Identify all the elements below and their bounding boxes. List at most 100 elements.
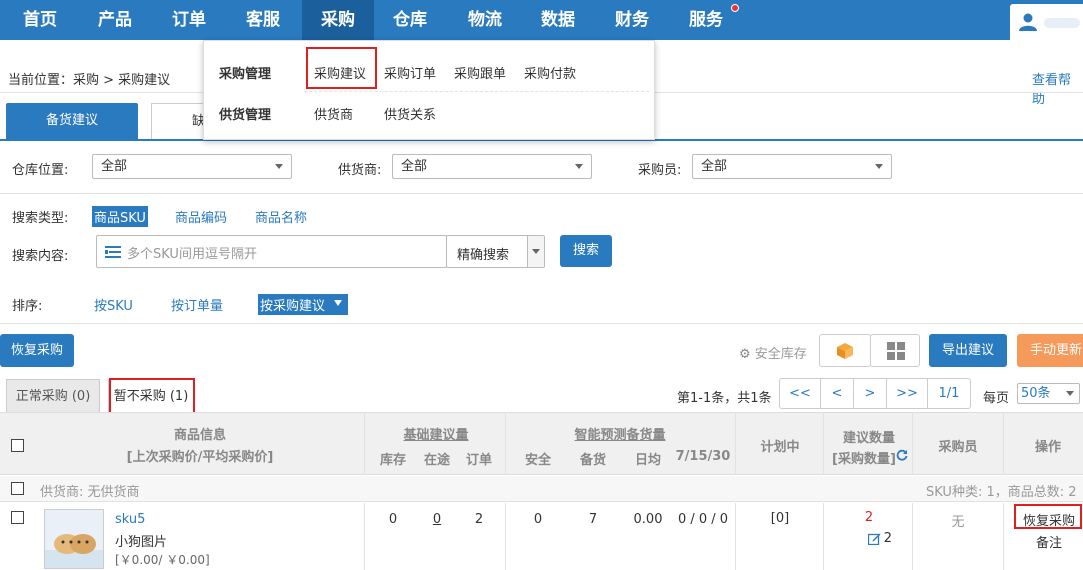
user-icon [1019, 13, 1037, 31]
chevron-down-icon [1066, 391, 1074, 396]
per-page-select[interactable]: 50条 [1017, 383, 1080, 404]
warehouse-label: 仓库位置: [12, 163, 69, 178]
cell-suggest: 2 [864, 510, 874, 525]
page-prev[interactable]: < [820, 378, 854, 409]
supplier-label: 供货商: [338, 163, 382, 178]
menu-purchase-order[interactable]: 采购订单 [384, 63, 436, 82]
th-stock: 库存 [379, 453, 406, 468]
page-last[interactable]: >> [886, 378, 928, 409]
th-prepare: 备货 [579, 453, 606, 468]
nav-home[interactable]: 首页 [4, 0, 76, 40]
user-menu[interactable] [1010, 4, 1083, 40]
notification-dot [731, 4, 739, 12]
manual-update-button[interactable]: 手动更新 [1017, 334, 1083, 367]
product-image [44, 509, 104, 569]
search-type-sku[interactable]: 商品SKU [92, 206, 148, 227]
remark-link[interactable]: 备注 [1014, 532, 1083, 551]
th-trend: 7/15/30 [675, 449, 731, 464]
gear-icon: ⚙ [739, 347, 751, 362]
menu-purchase-track[interactable]: 采购跟单 [454, 63, 506, 82]
cell-stock: 0 [388, 512, 398, 527]
cell-transit[interactable]: 0 [418, 512, 456, 527]
refresh-icon[interactable] [896, 449, 908, 461]
search-type-label: 搜索类型: [12, 211, 69, 226]
th-safe: 安全 [524, 453, 551, 468]
cell-trend: 0 / 0 / 0 [677, 512, 729, 527]
cell-purchase: 2 [883, 531, 892, 546]
th-product-sub: [上次采购价/平均采购价] [126, 450, 274, 465]
group-summary: SKU种类: 1，商品总数: 2 [926, 485, 1077, 500]
page-first[interactable]: << [779, 378, 821, 409]
box-view-button[interactable] [819, 334, 871, 367]
sort-by-sku[interactable]: 按SKU [94, 295, 133, 314]
chevron-down-icon [875, 164, 883, 169]
menu-purchase-payment[interactable]: 采购付款 [524, 63, 576, 82]
sort-label: 排序: [12, 299, 43, 314]
search-mode-select[interactable]: 精确搜索 [446, 235, 545, 268]
nav-data[interactable]: 数据 [522, 0, 594, 40]
th-suggest-sub: [采购数量] [832, 452, 896, 467]
cell-daily: 0.00 [633, 512, 663, 527]
dog-image-icon [45, 510, 103, 568]
per-page-label: 每页 [983, 391, 1010, 406]
search-type-code[interactable]: 商品编码 [175, 207, 227, 226]
search-input[interactable]: 多个SKU间用逗号隔开 [96, 235, 447, 268]
search-button[interactable]: 搜索 [560, 235, 612, 267]
menu-group-supply: 供货管理 [219, 108, 272, 123]
resume-purchase-button[interactable]: 恢复采购 [0, 334, 74, 367]
nav-order[interactable]: 订单 [153, 0, 225, 40]
th-planning: 计划中 [760, 440, 800, 455]
grid-view-button[interactable] [870, 334, 920, 367]
buyer-select[interactable]: 全部 [692, 154, 892, 179]
help-link[interactable]: 查看帮助 [1032, 69, 1083, 107]
cube-icon [837, 343, 853, 359]
supplier-select[interactable]: 全部 [392, 154, 592, 179]
edit-icon[interactable] [868, 532, 881, 545]
chevron-down-icon [275, 164, 283, 169]
group-supplier: 供货商: 无供货商 [40, 485, 140, 500]
menu-group-purchase: 采购管理 [219, 67, 272, 82]
th-transit: 在途 [423, 453, 450, 468]
nav-product[interactable]: 产品 [79, 0, 151, 40]
sort-by-suggestion[interactable]: 按采购建议 [258, 294, 348, 315]
export-button[interactable]: 导出建议 [929, 334, 1007, 367]
grid-icon [887, 342, 905, 360]
cell-order: 2 [474, 512, 484, 527]
search-type-name[interactable]: 商品名称 [255, 207, 307, 226]
th-order: 订单 [465, 453, 492, 468]
nav-logistics[interactable]: 物流 [449, 0, 521, 40]
breadcrumb: 当前位置：采购 > 采购建议 [8, 73, 171, 88]
sort-by-order[interactable]: 按订单量 [171, 295, 223, 314]
group-checkbox[interactable] [11, 482, 24, 495]
tab-stock-suggestion[interactable]: 备货建议 [6, 103, 138, 139]
chevron-down-icon [575, 164, 583, 169]
nav-purchase[interactable]: 采购 [302, 0, 374, 40]
nav-finance[interactable]: 财务 [596, 0, 668, 40]
tab-normal-purchase[interactable]: 正常采购 (0) [6, 379, 100, 412]
page-next[interactable]: > [853, 378, 887, 409]
page-current: 1/1 [927, 378, 971, 409]
nav-service[interactable]: 客服 [227, 0, 299, 40]
product-sku-link[interactable]: sku5 [115, 512, 145, 527]
th-suggest: 建议数量 [842, 431, 895, 446]
select-all-checkbox[interactable] [11, 439, 24, 452]
warehouse-select[interactable]: 全部 [92, 154, 292, 179]
cell-prepare: 7 [588, 512, 598, 527]
highlight-box [109, 378, 195, 415]
menu-supply-relation[interactable]: 供货关系 [384, 104, 436, 123]
th-smart: 智能预测备货量 [574, 428, 666, 443]
list-icon [105, 246, 121, 258]
highlight-box [1014, 504, 1082, 529]
menu-supplier[interactable]: 供货商 [314, 104, 353, 123]
safety-stock-link[interactable]: ⚙ 安全库存 [739, 343, 807, 362]
th-basic: 基础建议量 [403, 428, 469, 443]
row-checkbox[interactable] [11, 511, 24, 524]
chevron-down-icon [527, 236, 544, 267]
search-content-label: 搜索内容: [12, 249, 69, 264]
buyer-label: 采购员: [638, 163, 682, 178]
th-daily: 日均 [634, 453, 661, 468]
cell-buyer: 无 [951, 515, 965, 530]
nav-warehouse[interactable]: 仓库 [374, 0, 446, 40]
group-row [0, 476, 1083, 502]
cell-safe: 0 [533, 512, 543, 527]
